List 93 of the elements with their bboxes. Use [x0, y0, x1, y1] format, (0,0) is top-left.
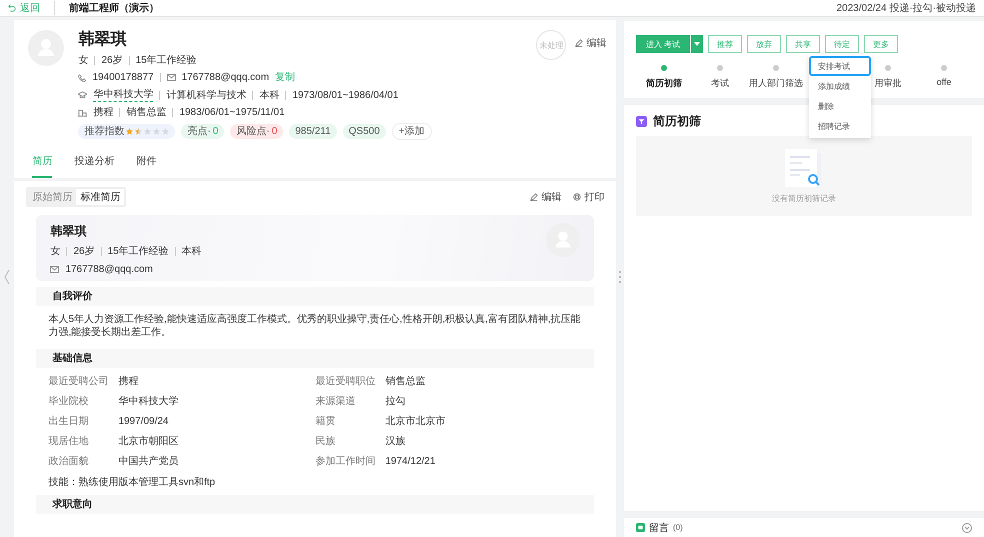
star-icon: [153, 128, 160, 135]
section-title: 自我评价: [36, 287, 594, 306]
candidate-basic: 本科: [182, 245, 202, 258]
work-detail: 1983/06/01~1975/11/01: [179, 106, 285, 119]
dropdown-button[interactable]: [690, 35, 704, 53]
menu-item[interactable]: 添加成绩: [809, 76, 871, 96]
step-label[interactable]: 简历初筛: [646, 77, 682, 90]
field-label: 毕业院校: [48, 395, 90, 408]
section-title: 基础信息: [36, 349, 594, 368]
field-value: 1997/09/24: [118, 415, 168, 428]
field-label: 籍贯: [315, 415, 336, 428]
education-detail: 1973/08/01~1986/04/01: [292, 88, 398, 102]
label-tag: 985/211: [289, 124, 337, 139]
candidate-basic: 女: [50, 245, 60, 258]
section-title: 简历初筛: [653, 115, 701, 128]
tab[interactable]: 投递分析: [74, 154, 114, 178]
page-title: 前端工程师（演示）: [69, 2, 159, 15]
candidate-basic: 15年工作经验: [108, 245, 169, 258]
menu-item[interactable]: 删除: [809, 96, 871, 116]
view-toggle[interactable]: 标准简历: [76, 189, 124, 205]
candidate-basic: 15年工作经验: [136, 54, 197, 67]
field-label: 民族: [315, 435, 336, 448]
phone-number: 19400178877: [92, 71, 154, 84]
work-detail: 销售总监: [126, 106, 166, 119]
step-label[interactable]: offe: [936, 77, 952, 87]
field-value: 北京市北京市: [385, 415, 446, 428]
star-icon: [126, 128, 134, 135]
count-tag: 风险点· 0: [230, 124, 284, 139]
comments-count: (0): [673, 523, 683, 532]
work-detail: 携程: [93, 106, 114, 119]
resize-handle-icon[interactable]: [619, 271, 622, 283]
field-value: 销售总监: [385, 375, 426, 388]
mail-icon: [50, 266, 60, 273]
star-icon: [162, 128, 170, 135]
add-tag-button[interactable]: +添加: [392, 123, 432, 140]
comments-title: 留言: [649, 522, 669, 534]
mail-icon: [166, 74, 176, 81]
self-evaluation-text: 本人5年人力资源工作经验,能快速适应高强度工作模式。优秀的职业操守,责任心,性格开朗,积极认真,富有团队精神,抗压能力强,能接受长期出差工作。: [48, 313, 582, 339]
skills-text: 技能：熟练使用版本管理工具svn和ftp: [48, 476, 216, 489]
section-title: 求职意向: [36, 495, 594, 514]
star-icon: [144, 128, 152, 135]
candidate-basic: 26岁: [101, 54, 123, 67]
edit-link[interactable]: 编辑: [575, 36, 606, 50]
candidate-basic: 女: [78, 54, 88, 67]
building-icon: [78, 108, 88, 116]
education-detail: 计算机科学与技术: [166, 88, 246, 102]
candidate-name: 韩翠琪: [50, 223, 88, 240]
menu-item[interactable]: 招聘记录: [809, 116, 871, 136]
candidate-basic: 26岁: [73, 245, 95, 258]
count-tag: 亮点· 0: [181, 124, 224, 139]
tab[interactable]: 附件: [136, 154, 156, 178]
field-value: 华中科技大学: [118, 395, 178, 408]
field-label: 最近受聘公司: [48, 375, 110, 388]
back-icon: [8, 4, 16, 12]
star-icon: [135, 128, 142, 135]
collapse-handle-icon[interactable]: [4, 269, 10, 285]
field-value: 携程: [118, 375, 138, 388]
filter-icon: [636, 116, 647, 127]
step-label[interactable]: 用审批: [874, 77, 902, 90]
field-value: 拉勾: [385, 395, 406, 408]
caret-icon: [694, 42, 700, 46]
print-icon: [573, 193, 582, 201]
school-name: 华中科技大学: [93, 88, 154, 102]
field-label: 现居住地: [48, 435, 90, 448]
pencil-icon: [575, 39, 584, 47]
field-label: 最近受聘职位: [315, 375, 376, 388]
field-label: 参加工作时间: [315, 455, 376, 468]
email-address: 1767788@qqq.com: [65, 263, 153, 276]
phone-icon: [78, 74, 86, 82]
field-value: 1974/12/21: [385, 455, 436, 468]
comment-icon: [636, 523, 645, 532]
print-link[interactable]: 打印: [573, 190, 604, 204]
application-meta: 2023/02/24 投递·拉勾·被动投递: [836, 2, 976, 15]
menu-item[interactable]: 安排考试: [809, 56, 871, 76]
graduation-cap-icon: [78, 91, 88, 99]
pencil-icon: [530, 193, 538, 201]
education-detail: 本科: [259, 88, 280, 102]
field-label: 政治面貌: [48, 455, 90, 468]
candidate-name: 韩翠琪: [78, 30, 128, 50]
recommendation-tag: 推荐指数: [78, 124, 176, 139]
status-stamp: 未处理: [536, 30, 566, 60]
label-tag: QS500: [342, 124, 386, 139]
field-value: 北京市朝阳区: [118, 435, 178, 448]
expand-icon[interactable]: [962, 522, 972, 532]
field-value: 汉族: [385, 435, 406, 448]
step-label[interactable]: 考试: [711, 77, 729, 90]
email-address: 1767788@qqq.com: [182, 71, 270, 84]
step-label[interactable]: 用人部门筛选: [749, 77, 803, 90]
field-label: 来源渠道: [315, 395, 356, 408]
empty-message: 没有简历初筛记录: [772, 192, 836, 204]
field-value: 中国共产党员: [118, 455, 178, 468]
edit-link[interactable]: 编辑: [530, 190, 562, 204]
field-label: 出生日期: [48, 415, 90, 428]
